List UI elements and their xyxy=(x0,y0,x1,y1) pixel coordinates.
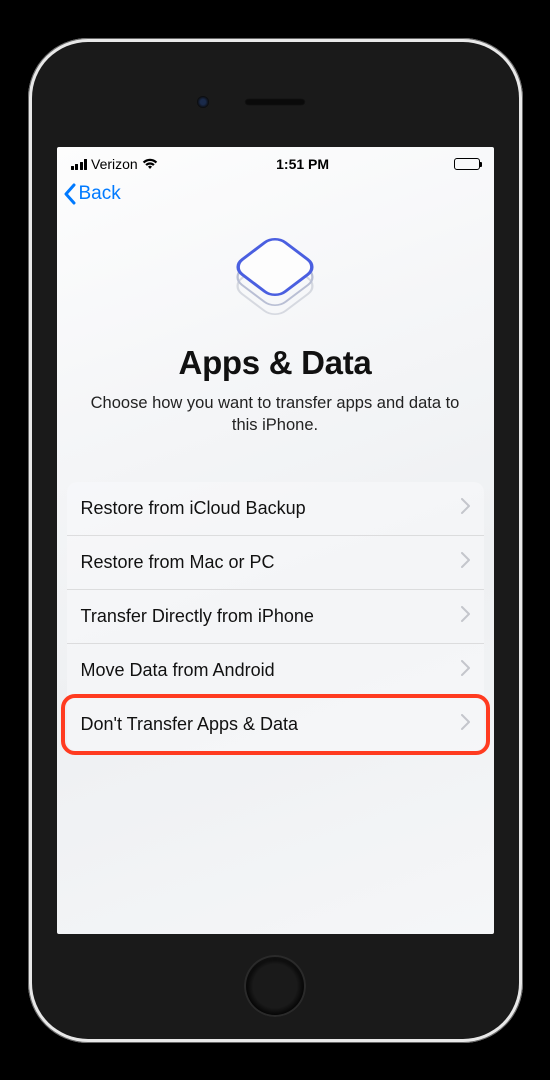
wifi-icon xyxy=(142,158,158,170)
option-transfer-iphone[interactable]: Transfer Directly from iPhone xyxy=(67,590,484,644)
chevron-right-icon xyxy=(461,606,470,627)
option-restore-icloud[interactable]: Restore from iCloud Backup xyxy=(67,482,484,536)
cellular-signal-icon xyxy=(71,158,88,170)
home-button[interactable] xyxy=(244,955,306,1017)
back-label: Back xyxy=(79,183,121,205)
front-camera xyxy=(197,96,209,108)
chevron-right-icon xyxy=(461,714,470,735)
earpiece-speaker xyxy=(244,98,306,106)
option-label: Restore from iCloud Backup xyxy=(81,498,306,519)
phone-frame: Verizon 1:51 PM xyxy=(28,38,523,1043)
battery-icon xyxy=(454,158,480,170)
clock: 1:51 PM xyxy=(276,156,329,172)
status-bar: Verizon 1:51 PM xyxy=(57,147,494,175)
option-move-android[interactable]: Move Data from Android xyxy=(67,644,484,698)
chevron-right-icon xyxy=(461,660,470,681)
hero: Apps & Data Choose how you want to trans… xyxy=(57,209,494,437)
options-list: Restore from iCloud Backup Restore from … xyxy=(67,482,484,751)
option-dont-transfer[interactable]: Don't Transfer Apps & Data xyxy=(67,698,484,751)
chevron-right-icon xyxy=(461,552,470,573)
status-right xyxy=(448,158,480,170)
screen: Verizon 1:51 PM xyxy=(57,147,494,934)
chevron-left-icon xyxy=(63,183,77,205)
phone-bezel: Verizon 1:51 PM xyxy=(32,42,519,1039)
status-left: Verizon xyxy=(71,156,158,172)
option-label: Move Data from Android xyxy=(81,660,275,681)
option-label: Restore from Mac or PC xyxy=(81,552,275,573)
chevron-right-icon xyxy=(461,498,470,519)
carrier-label: Verizon xyxy=(91,156,138,172)
apps-data-icon xyxy=(230,231,320,321)
page-subtitle: Choose how you want to transfer apps and… xyxy=(57,382,494,437)
page-title: Apps & Data xyxy=(57,344,494,382)
option-restore-mac-pc[interactable]: Restore from Mac or PC xyxy=(67,536,484,590)
back-button[interactable]: Back xyxy=(57,175,129,209)
option-label: Transfer Directly from iPhone xyxy=(81,606,314,627)
option-label: Don't Transfer Apps & Data xyxy=(81,714,299,735)
